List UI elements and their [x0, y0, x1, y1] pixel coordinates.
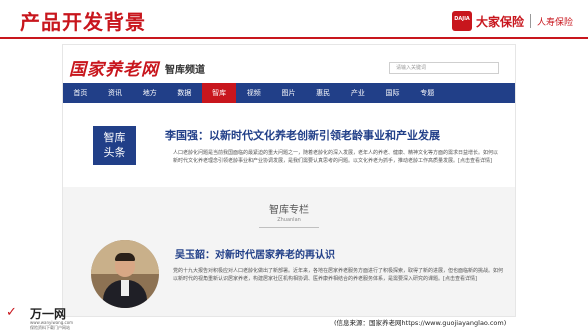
headline-summary: 人口老龄化问题是当前我国面临的最紧迫的重大问题之一，随着老龄化的深入发展，老年人… [173, 150, 499, 164]
footer-logo-slogan: 保险资料下载门户网站 [30, 325, 70, 330]
brand-logo-icon: DAJIA [452, 11, 472, 31]
source-note: (信息来源：国家养老网https://www.guojiayanglao.com… [334, 319, 507, 327]
footer-logo: ✓ 万一网 www.wanyiwang.com 保险资料下载门户网站 [4, 303, 74, 331]
column-divider [259, 227, 319, 228]
column-subtitle: Zhuanlan [277, 217, 301, 223]
site-logo[interactable]: 国家养老网 [69, 55, 159, 80]
column-article-title[interactable]: 吴玉韶：对新时代居家养老的再认识 [175, 246, 335, 261]
column-article-summary: 党的十九大报告对积极应对人口老龄化做出了新部署。近年来，各地在居家养老服务方面进… [173, 268, 504, 282]
headline-tag-line2: 头条 [103, 146, 126, 159]
channel-title: 智库频道 [165, 65, 205, 76]
author-portrait [91, 240, 159, 308]
nav-item-topics[interactable]: 专题 [410, 83, 445, 103]
slide-title: 产品开发背景 [20, 10, 146, 34]
brand-block: DAJIA 大家保险 人寿保险 [452, 11, 573, 31]
header-rule [0, 37, 588, 39]
headline-tag: 智库 头条 [93, 126, 136, 165]
nav-item-news[interactable]: 资讯 [98, 83, 133, 103]
headline-tag-line1: 智库 [103, 131, 126, 144]
column-title: 智库专栏 [269, 205, 309, 216]
nav-item-international[interactable]: 国际 [375, 83, 410, 103]
nav-item-images[interactable]: 图片 [271, 83, 306, 103]
search-input[interactable]: 请输入关键词 [389, 62, 499, 74]
nav-item-home[interactable]: 首页 [63, 83, 98, 103]
headline-section: 智库 头条 李国强：以新时代文化养老创新引领老龄事业和产业发展 人口老龄化问题是… [63, 107, 515, 182]
brand-subtitle: 人寿保险 [537, 17, 574, 28]
footer-logo-icon: ✓ [6, 305, 17, 320]
nav-item-local[interactable]: 地方 [132, 83, 167, 103]
brand-name: 大家保险 [476, 14, 525, 29]
main-nav: 首页 资讯 地方 数据 智库 视频 图片 惠民 产业 国际 专题 [63, 83, 515, 103]
nav-item-video[interactable]: 视频 [236, 83, 271, 103]
nav-item-welfare[interactable]: 惠民 [306, 83, 341, 103]
brand-divider [530, 14, 532, 28]
website-screenshot: 国家养老网 智库频道 请输入关键词 首页 资讯 地方 数据 智库 视频 图片 惠… [62, 44, 516, 317]
slide-header: 产品开发背景 DAJIA 大家保险 人寿保险 [0, 0, 588, 40]
column-section: 智库专栏 Zhuanlan 吴玉韶：对新时代居家养老的再认识 党的十九大报告对积… [63, 187, 515, 316]
nav-item-think-tank[interactable]: 智库 [201, 83, 237, 103]
nav-item-industry[interactable]: 产业 [341, 83, 376, 103]
brand-logo-text: DAJIA [454, 16, 470, 22]
headline-title[interactable]: 李国强：以新时代文化养老创新引领老龄事业和产业发展 [165, 127, 440, 143]
nav-item-data[interactable]: 数据 [167, 83, 202, 103]
